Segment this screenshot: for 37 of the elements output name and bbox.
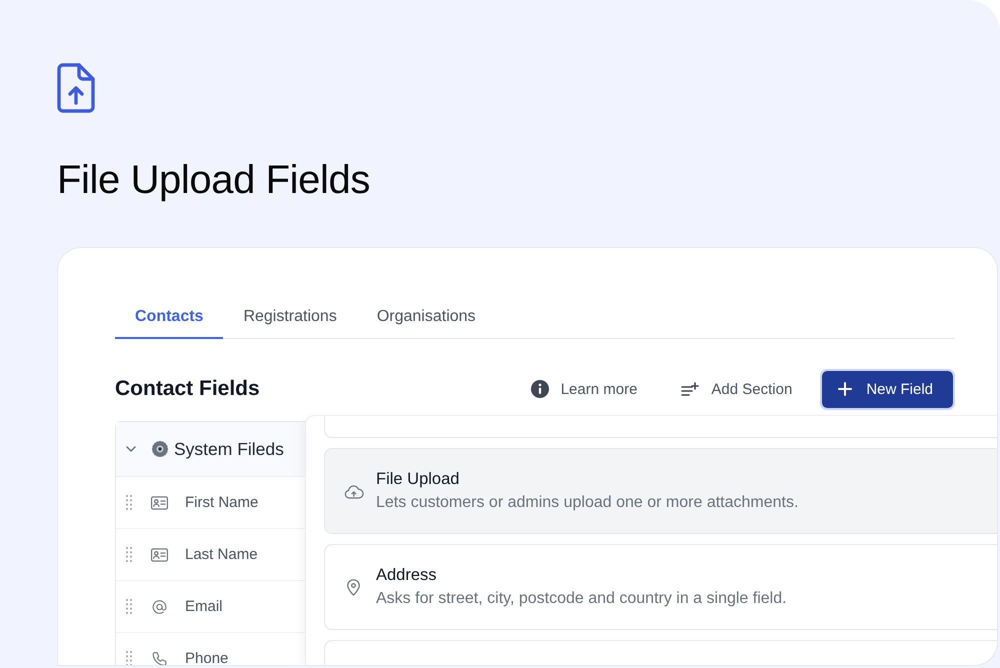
learn-more-button[interactable]: Learn more <box>520 372 648 406</box>
field-name: Email <box>185 598 223 614</box>
field-name: Last Name <box>185 546 258 562</box>
at-sign-icon <box>151 600 168 614</box>
add-section-button[interactable]: Add Section <box>671 372 802 406</box>
field-type-card[interactable]: File Upload Lets customers or admins upload one or more attachments. <box>324 448 997 534</box>
field-type-title: File Upload <box>376 469 460 490</box>
field-name: First Name <box>185 494 258 510</box>
group-title: System Fileds <box>174 438 284 460</box>
field-type-card[interactable] <box>324 640 997 665</box>
field-type-title: Address <box>376 565 438 586</box>
new-field-button[interactable]: New Field <box>820 368 955 410</box>
drag-handle-icon[interactable] <box>126 651 132 665</box>
field-type-card[interactable]: Address Asks for street, city, postcode and country in a single field. <box>324 544 997 630</box>
tab[interactable]: Contacts <box>115 296 224 339</box>
drag-handle-icon[interactable] <box>126 599 132 614</box>
map-pin-icon <box>347 578 360 596</box>
file-upload-icon <box>57 63 95 113</box>
drag-handle-icon[interactable] <box>126 495 132 510</box>
field-name: Phone <box>185 650 228 665</box>
field-type-description: Asks for street, city, postcode and country in a single field. <box>376 589 787 609</box>
drag-handle-icon[interactable] <box>126 547 132 562</box>
field-type-card[interactable] <box>324 416 997 438</box>
gear-icon <box>152 441 168 457</box>
tab[interactable]: Organisations <box>356 296 496 339</box>
id-card-icon <box>151 548 168 562</box>
tab[interactable]: Registrations <box>223 296 357 339</box>
phone-icon <box>151 652 168 665</box>
page-title: File Upload Fields <box>57 157 370 204</box>
section-title: Contact Fields <box>115 377 260 401</box>
id-card-icon <box>151 496 168 510</box>
field-type-description: Lets customers or admins upload one or more attachments. <box>376 493 798 513</box>
list-plus-icon <box>681 382 700 396</box>
chevron-icon[interactable] <box>126 446 136 452</box>
info-icon <box>530 380 549 398</box>
cloud-upload-icon <box>344 484 364 498</box>
plus-icon <box>838 382 852 396</box>
